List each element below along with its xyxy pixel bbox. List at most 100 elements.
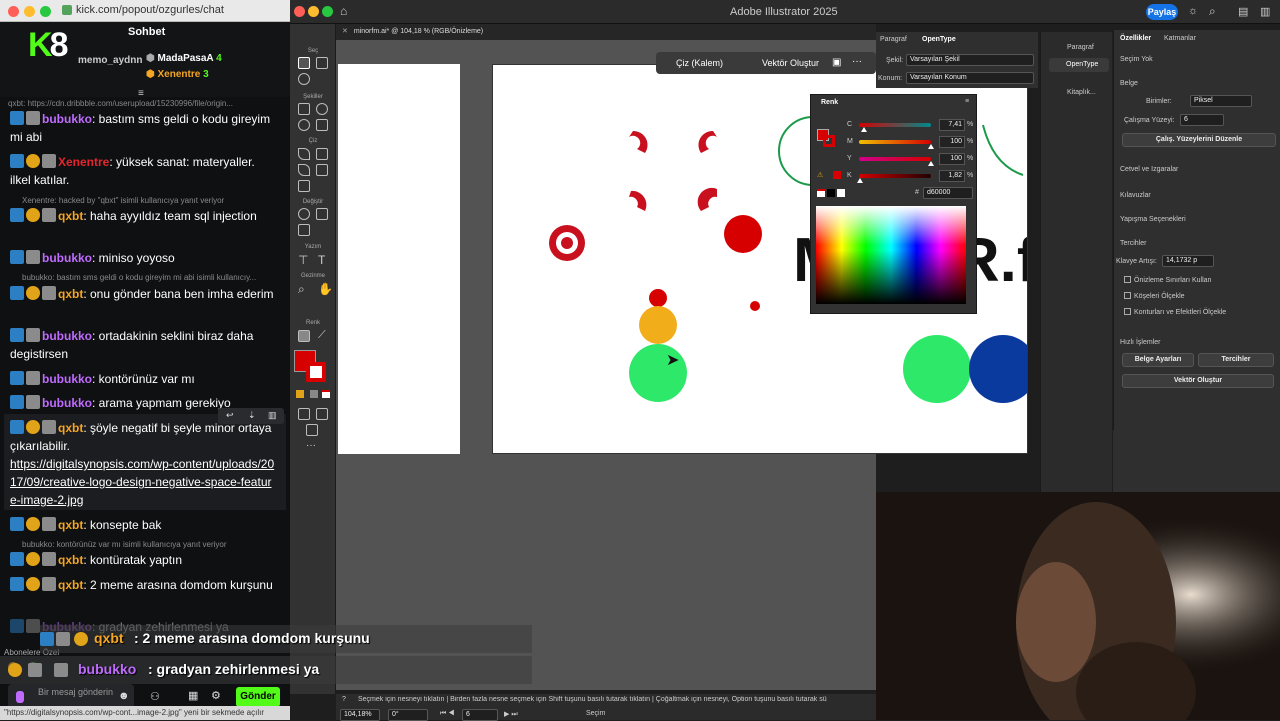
keyboard-increment-input[interactable]: 14,1732 p	[1162, 255, 1214, 267]
gradient-mode-icon[interactable]	[310, 390, 318, 398]
tab-paragraph[interactable]: Paragraf	[880, 36, 907, 43]
black-swatch[interactable]	[827, 189, 835, 197]
hex-input[interactable]: d60000	[923, 187, 973, 199]
tab-properties[interactable]: Özellikler	[1120, 35, 1151, 42]
rotate-tool-icon[interactable]	[298, 208, 310, 220]
stroke-color-swatch[interactable]	[306, 362, 326, 382]
yellow-slider[interactable]: Y 100%	[847, 153, 977, 166]
orange-circle[interactable]	[639, 306, 677, 344]
cyan-value[interactable]: 7,41	[939, 119, 965, 131]
dock-opentype[interactable]: OpenType	[1049, 58, 1109, 72]
arc-shape-3[interactable]	[629, 190, 647, 211]
arc-shape-1[interactable]	[629, 130, 648, 153]
chat-username[interactable]: qxbt	[58, 518, 83, 532]
ellipse-tool-icon[interactable]	[316, 103, 328, 115]
polygon-tool-icon[interactable]	[298, 119, 310, 131]
reply-context[interactable]: Xenentre: hacked by "qbxt" isimli kullan…	[22, 196, 274, 205]
zoom-tool-icon[interactable]: ⌕	[298, 282, 305, 297]
viewer-3[interactable]: ⬢ Xenentre 3	[146, 69, 209, 80]
in-gamut-swatch[interactable]	[833, 171, 841, 179]
curvature-tool-icon[interactable]	[316, 148, 328, 160]
chat-link[interactable]: https://digitalsynopsis.com/wp-content/u…	[10, 455, 278, 509]
units-select[interactable]: Piksel	[1190, 95, 1252, 107]
users-icon[interactable]: ⚇	[150, 690, 160, 703]
dock-paragraph[interactable]: Paragraf	[1067, 44, 1094, 51]
chat-username[interactable]: bubukko	[42, 329, 92, 343]
lightbulb-icon[interactable]: ☼	[1188, 5, 1198, 17]
tab-layers[interactable]: Katmanlar	[1164, 35, 1196, 42]
yellow-value[interactable]: 100	[939, 153, 965, 165]
draw-behind-icon[interactable]	[316, 408, 328, 420]
none-swatch[interactable]	[817, 189, 825, 197]
checkbox-preview-bounds[interactable]: Önizleme Sınırları Kullan	[1124, 276, 1211, 284]
viewer-1[interactable]: memo_aydnn	[78, 55, 142, 66]
send-button[interactable]: Gönder	[236, 687, 280, 707]
mic-icon[interactable]	[16, 691, 24, 703]
black-value[interactable]: 1,82	[939, 170, 965, 182]
magenta-track[interactable]	[859, 140, 931, 144]
red-circle-large[interactable]	[724, 215, 762, 253]
magenta-value[interactable]: 100	[939, 136, 965, 148]
blue-circle[interactable]	[969, 335, 1028, 403]
collapse-handle-icon[interactable]: ≡	[138, 88, 144, 99]
none-mode-icon[interactable]	[322, 390, 330, 398]
red-dot-small[interactable]	[750, 301, 760, 311]
next-artboard-icon[interactable]: ▶ ⏭	[504, 710, 518, 719]
type-tool-icon[interactable]: T	[318, 253, 325, 267]
checkbox-scale-strokes[interactable]: Konturları ve Efektleri Ölçekle	[1124, 308, 1226, 316]
slider-knob[interactable]	[857, 178, 864, 183]
chat-username[interactable]: bubukko	[42, 396, 92, 410]
slider-knob[interactable]	[861, 127, 868, 132]
brush-tool-icon[interactable]	[316, 164, 328, 176]
create-vector-button[interactable]: Vektör Oluştur	[762, 58, 819, 68]
chat-username[interactable]: qxbt	[58, 421, 83, 435]
document-tab[interactable]: ✕ minorfm.ai* @ 104,18 % (RGB/Önizleme)	[336, 24, 876, 40]
green-circle-right[interactable]	[903, 335, 971, 403]
type-on-path-tool-icon[interactable]: ⊤	[298, 253, 308, 267]
shape-select[interactable]: Varsayılan Şekil	[906, 54, 1034, 66]
arc-shape-2[interactable]	[698, 130, 717, 153]
image-options-icon[interactable]: ▣	[832, 57, 841, 68]
artboard-left[interactable]	[338, 64, 460, 454]
blob-brush-tool-icon[interactable]	[298, 180, 310, 192]
close-window-button[interactable]	[8, 6, 19, 17]
minimize-window-button[interactable]	[24, 6, 35, 17]
color-spectrum[interactable]	[816, 206, 966, 304]
draw-pen-button[interactable]: Çiz (Kalem)	[676, 58, 723, 68]
pen-tool-icon[interactable]	[298, 148, 310, 160]
dock-libraries[interactable]: Kitaplık...	[1067, 89, 1096, 96]
scale-tool-icon[interactable]	[298, 224, 310, 236]
workspace-icon[interactable]: ▤	[1238, 5, 1248, 18]
chat-username[interactable]: bubukko	[42, 372, 92, 386]
search-icon[interactable]: ⌕	[1209, 4, 1216, 19]
share-button[interactable]: Paylaş	[1146, 4, 1178, 20]
white-swatch[interactable]	[837, 189, 845, 197]
draw-normal-icon[interactable]	[298, 408, 310, 420]
gradient-tool-icon[interactable]	[298, 330, 310, 342]
zoom-window-button[interactable]	[322, 6, 333, 17]
panels-icon[interactable]: ▥	[1260, 5, 1270, 18]
direct-selection-tool-icon[interactable]	[316, 57, 328, 69]
minimize-window-button[interactable]	[308, 6, 319, 17]
artboard-select[interactable]: 6	[1180, 114, 1224, 126]
edit-artboards-button[interactable]: Çalış. Yüzeylerini Düzenle	[1122, 133, 1276, 147]
black-slider[interactable]: K 1,82%	[847, 170, 977, 183]
eyedropper-tool-icon[interactable]: ⟋	[318, 329, 326, 342]
emoji-icon[interactable]: ☻	[118, 690, 130, 702]
artboard-nav-input[interactable]: 6	[462, 709, 498, 721]
chat-username[interactable]: qxbt	[58, 209, 83, 223]
tab-opentype[interactable]: OpenType	[922, 36, 956, 43]
rectangle-tool-icon[interactable]	[298, 103, 310, 115]
out-of-gamut-icon[interactable]: ⚠	[817, 171, 823, 179]
pencil-tool-icon[interactable]	[298, 164, 310, 176]
pinned-link[interactable]: qxbt: https://cdn.dribbble.com/useruploa…	[8, 99, 278, 108]
black-track[interactable]	[859, 174, 931, 178]
chat-username[interactable]: qxbt	[58, 287, 83, 301]
screen-mode-icon[interactable]	[306, 424, 318, 436]
shaper-tool-icon[interactable]	[316, 119, 328, 131]
zoom-level-input[interactable]: 104,18%	[340, 709, 380, 721]
color-mode-icon[interactable]	[296, 390, 304, 398]
viewer-2[interactable]: ⬢ MadaPasaA 4	[146, 53, 222, 64]
close-tab-icon[interactable]: ✕	[342, 28, 348, 35]
hand-tool-icon[interactable]: ✋	[318, 282, 333, 296]
